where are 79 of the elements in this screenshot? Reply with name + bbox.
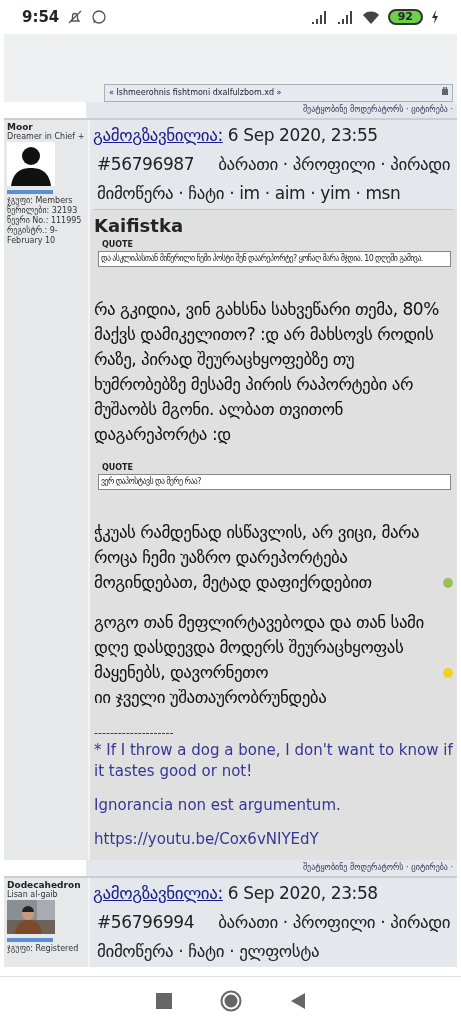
- signal-icon: [309, 10, 328, 24]
- user-rank: Lisan al-gaib: [7, 890, 59, 900]
- signature-divider: --------------------: [94, 726, 175, 740]
- quote-label: QUOTE: [102, 239, 135, 251]
- report-link[interactable]: ციტირება: [411, 863, 448, 872]
- post-date: 6 Sep 2020, 23:58: [226, 883, 378, 903]
- separator: ·: [354, 183, 362, 203]
- post-text: ჭკუას რამდენად ისწავლის, არ ვიცი, მარა როცა ჩემი უაზრო დარეპორტება მოგინდებათ, მეტად დაფიქრდებით: [94, 521, 421, 594]
- signal-icon: [335, 10, 354, 24]
- separator: ·: [228, 941, 236, 961]
- user-stat: რეგისტრ.: 9-February 10: [7, 226, 59, 246]
- profile-link[interactable]: პროფილი: [292, 912, 376, 932]
- blush-smiley-icon: [443, 668, 453, 678]
- profile-link[interactable]: ჩატი: [188, 183, 225, 203]
- signature-link[interactable]: « Ishmeerohnis fishtmoni dxalfulzbom.xd »: [109, 87, 282, 99]
- report-link[interactable]: შეატყობინე მოდერატორს: [302, 105, 404, 114]
- clock: 9:54: [22, 6, 60, 28]
- user-rank: Dreamer in Chief +: [7, 132, 85, 142]
- quote-text: ვერ დაპოსტავს და მერე რაა?: [98, 474, 451, 490]
- post-date: 6 Sep 2020, 23:55: [226, 125, 378, 145]
- profile-link[interactable]: ბარათი: [218, 154, 278, 174]
- profile-link[interactable]: msn: [365, 183, 401, 203]
- back-icon: [289, 992, 306, 1009]
- charging-icon: [431, 10, 439, 24]
- signature-link[interactable]: https://youtu.be/Cox6vNIYEdY: [94, 829, 453, 850]
- profile-link[interactable]: პროფილი: [292, 154, 376, 174]
- home-icon: [219, 989, 242, 1012]
- profile-link[interactable]: პირადი: [390, 912, 451, 932]
- author-name[interactable]: Moor: [7, 122, 85, 132]
- muted-bell-icon: [67, 9, 84, 25]
- profile-link[interactable]: ჩატი: [188, 941, 225, 961]
- post-text: იი ჯველი უშათაურობრუნდება: [94, 686, 328, 709]
- profile-link[interactable]: yim: [320, 183, 351, 203]
- profile-link[interactable]: ელფოსტა: [239, 941, 320, 961]
- separator: ·: [309, 183, 317, 203]
- separator: ·: [379, 912, 387, 932]
- post-link[interactable]: გამოგზავნილია:: [93, 883, 223, 903]
- post-title: Kaifistka: [93, 214, 185, 238]
- report-link[interactable]: ციტირება: [411, 105, 448, 114]
- rank-bar: [7, 190, 53, 194]
- separator: ·: [449, 105, 453, 114]
- report-link[interactable]: შეატყობინე მოდერატორს: [302, 863, 404, 872]
- post-number: #56796994: [97, 912, 195, 932]
- stop-icon: [155, 992, 172, 1009]
- post-text: რა გკიდია, ვინ გახსნა სახვეწარი თემა, 80% მაქვს დამიკელითო? :დ არ მახსოვს როდის რაზე, პირად შეურაცხყოფებზე თუ ხუმრობებზე მესამე პირის რაპორტები არ მუშაობს მგონი. ალბათ თვითონ დაგარეპორტა :დ: [94, 298, 440, 446]
- separator: ·: [263, 183, 271, 203]
- profile-link[interactable]: პირადი: [390, 154, 451, 174]
- avatar-icon: [7, 142, 55, 186]
- separator: ·: [228, 183, 236, 203]
- author-name[interactable]: Dodecahedron: [7, 880, 85, 890]
- profile-link[interactable]: მიმოწერა: [97, 941, 174, 961]
- separator: ·: [405, 863, 410, 872]
- separator: ·: [177, 941, 185, 961]
- profile-link[interactable]: მიმოწერა: [97, 183, 174, 203]
- battery-indicator: 92: [387, 9, 423, 25]
- user-stat: წერილები: 32193: [7, 206, 79, 216]
- post-link[interactable]: გამოგზავნილია:: [93, 125, 223, 145]
- quote-text: და ასკლიპასთან მიწერილი ჩემი პოსტი შენ დაარეპორტე? ყოჩაღ მარა მჯდია. 10 დღეში გამივა.: [98, 251, 451, 267]
- separator: ·: [281, 912, 289, 932]
- separator: ·: [405, 105, 410, 114]
- profile-link[interactable]: im: [239, 183, 260, 203]
- chat-icon: [91, 9, 108, 25]
- profile-link[interactable]: aim: [274, 183, 306, 203]
- user-stat: ჯგუფი: Registered: [7, 944, 80, 954]
- post-number: #56796987: [97, 154, 195, 174]
- separator: ·: [449, 863, 453, 872]
- separator: ·: [281, 154, 289, 174]
- user-stat: წევრი No.: 111995: [7, 216, 83, 226]
- separator: ·: [379, 154, 387, 174]
- separator: ·: [177, 183, 185, 203]
- rank-bar: [7, 938, 53, 942]
- profile-link[interactable]: ბარათი: [218, 912, 278, 932]
- quote-label: QUOTE: [102, 462, 135, 474]
- wifi-icon: [361, 10, 380, 24]
- smiley-icon: [443, 578, 453, 588]
- signature-text: Ignorancia non est argumentum.: [94, 795, 342, 816]
- figure-icon: [442, 87, 448, 95]
- signature-text: * If I throw a dog a bone, I don't want to know if it tastes good or not!: [94, 740, 453, 782]
- user-stat: ჯგუფი: Members: [7, 196, 74, 206]
